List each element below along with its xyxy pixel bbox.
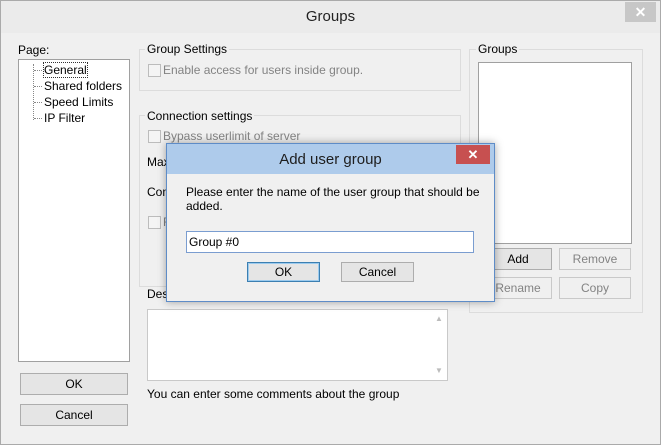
tree-connector [34,70,42,71]
dialog-cancel-button[interactable]: Cancel [341,262,414,282]
enable-access-checkbox[interactable] [148,64,161,77]
connection-settings-title: Connection settings [145,109,255,123]
dialog-title: Add user group [279,151,382,168]
page-tree[interactable]: General Shared folders Speed Limits IP F… [18,59,130,362]
tree-item-ip-filter[interactable]: IP Filter [44,111,85,125]
remove-group-button[interactable]: Remove [559,248,631,270]
bypass-userlimit-label: Bypass userlimit of server [163,129,301,143]
close-icon[interactable]: ✕ [625,2,656,22]
copy-group-button[interactable]: Copy [559,277,631,299]
group-name-input[interactable] [186,231,474,253]
tree-connector [34,102,42,103]
window-title: Groups [305,8,356,25]
dialog-close-icon[interactable]: ✕ [456,145,490,164]
add-user-group-dialog: Add user group ✕ [166,143,495,302]
groups-title: Groups [476,42,520,56]
groups-listbox[interactable] [478,62,632,244]
tree-item-speed-limits[interactable]: Speed Limits [44,95,113,109]
group-settings-title: Group Settings [145,42,230,56]
dialog-ok-button[interactable]: OK [247,262,320,282]
dialog-prompt-line1: Please enter the name of the user group … [186,185,480,199]
scroll-up-icon[interactable]: ▲ [435,314,443,323]
dialog-prompt-line2: added. [186,199,223,213]
description-textarea[interactable]: ▲ ▼ [147,309,448,381]
description-hint: You can enter some comments about the gr… [147,387,400,401]
window-titlebar[interactable]: Groups ✕ [1,1,660,33]
scroll-down-icon[interactable]: ▼ [435,366,443,375]
tree-item-shared-folders[interactable]: Shared folders [44,79,122,93]
cancel-button[interactable]: Cancel [20,404,128,426]
tree-item-general[interactable]: General [43,62,88,78]
tree-connector [34,118,42,119]
tree-connector [33,64,34,120]
page-label: Page: [18,43,50,57]
connection-option-checkbox[interactable] [148,216,161,229]
ok-button[interactable]: OK [20,373,128,395]
bypass-userlimit-checkbox[interactable] [148,130,161,143]
enable-access-label: Enable access for users inside group. [163,63,364,77]
tree-connector [34,86,42,87]
dialog-titlebar[interactable]: Add user group ✕ [167,144,494,174]
